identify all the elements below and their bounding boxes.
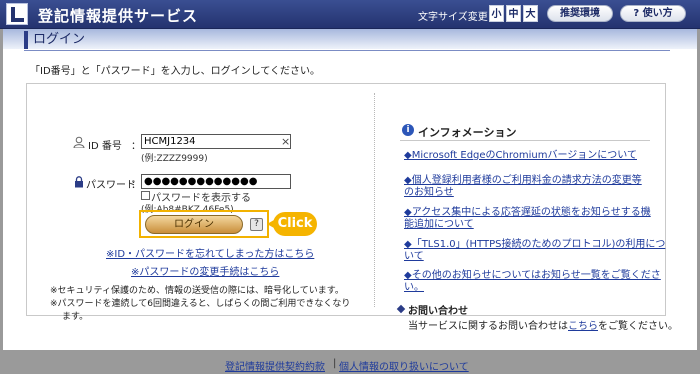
lockout-note-cont: ます。 [62, 312, 89, 322]
contact-text: 当サービスに関するお問い合わせはこちらをご覧ください。 [408, 317, 678, 332]
password-colon: ： [131, 180, 141, 191]
id-input[interactable] [141, 134, 291, 149]
news-link-text: ◆その他のお知らせについてはお知らせ一覧をご覧くださ [404, 270, 661, 281]
password-label: パスワード [86, 180, 136, 191]
font-size-label: 文字サイズ変更 [418, 12, 488, 23]
id-example: (例:ZZZZ9999) [141, 154, 208, 164]
service-logo-icon [6, 3, 28, 25]
contact-link[interactable]: こちら [568, 321, 598, 332]
news-link-billing[interactable]: ◆個人登録利用者様のご利用料金の請求方法の変更等 のお知らせ [404, 175, 642, 199]
news-link-text: 能追加について [404, 219, 474, 230]
font-size-medium-button[interactable]: 中 [506, 5, 521, 22]
news-link-text: のお知らせ [404, 187, 454, 198]
help-icon[interactable]: ? [250, 218, 263, 231]
font-size-large-button[interactable]: 大 [523, 5, 538, 22]
recommended-env-button[interactable]: 推奨環境 [547, 5, 613, 22]
news-link-text: ◆Microsoft EdgeのChromiumバージョンについて [404, 150, 637, 161]
show-password-checkbox[interactable] [141, 191, 150, 200]
login-button[interactable]: ログイン [145, 215, 243, 234]
column-divider [374, 93, 375, 307]
info-divider [400, 140, 650, 141]
contact-prefix: 当サービスに関するお問い合わせは [408, 321, 568, 332]
forgot-id-password-link[interactable]: ※ID・パスワードを忘れてしまった方はこちら [106, 245, 314, 260]
id-label: ID 番号 [88, 141, 122, 152]
news-link-access-delay[interactable]: ◆アクセス集中による応答遅延の状態をお知らせする機 能追加について [404, 207, 651, 231]
site-title: 登記情報提供サービス [38, 7, 199, 25]
click-annotation: Click [267, 212, 317, 236]
news-link-tls[interactable]: ◆「TLS1.0」(HTTPS接続のためのプロトコル)の利用につ いて [404, 239, 665, 263]
security-note: ※セキュリティ保護のため、情報の送受信の際には、暗号化しています。 [50, 286, 344, 296]
clear-icon[interactable]: × [281, 135, 290, 148]
news-link-edge[interactable]: ◆Microsoft EdgeのChromiumバージョンについて [404, 150, 637, 162]
page-title: ログイン [24, 31, 670, 49]
terms-link[interactable]: 登記情報提供契約約款 [225, 358, 325, 373]
user-icon [73, 136, 85, 148]
heading-divider [24, 50, 670, 51]
news-link-text: いて [404, 251, 424, 262]
login-instruction: 「ID番号」と「パスワード」を入力し、ログインしてください。 [30, 66, 321, 77]
contact-title: お問い合わせ [408, 306, 468, 317]
info-icon: i [402, 124, 414, 136]
privacy-link[interactable]: 個人情報の取り扱いについて [339, 358, 469, 373]
header-bar: 登記情報提供サービス 文字サイズ変更 小 中 大 推奨環境 ? 使い方 [0, 0, 700, 29]
lock-icon [75, 176, 83, 188]
password-input[interactable] [141, 174, 291, 189]
news-link-text: ◆個人登録利用者様のご利用料金の請求方法の変更等 [404, 175, 642, 186]
contact-suffix: をご覧ください。 [598, 321, 678, 332]
font-size-small-button[interactable]: 小 [489, 5, 504, 22]
lockout-note: ※パスワードを連続して6回間違えると、しばらくの間ご利用できなくなり [50, 299, 351, 309]
change-password-link[interactable]: ※パスワードの変更手続はこちら [131, 263, 279, 278]
id-colon: ： [131, 141, 141, 152]
news-link-text: い。 [404, 282, 424, 293]
news-link-text: ◆「TLS1.0」(HTTPS接続のためのプロトコル)の利用につ [404, 239, 666, 250]
footer-separator: | [333, 358, 337, 369]
how-to-use-button[interactable]: ? 使い方 [620, 5, 686, 22]
news-link-text: ◆アクセス集中による応答遅延の状態をお知らせする機 [404, 207, 651, 218]
info-title: インフォメーション [418, 126, 517, 139]
news-link-other[interactable]: ◆その他のお知らせについてはお知らせ一覧をご覧くださ い。 [404, 270, 661, 294]
